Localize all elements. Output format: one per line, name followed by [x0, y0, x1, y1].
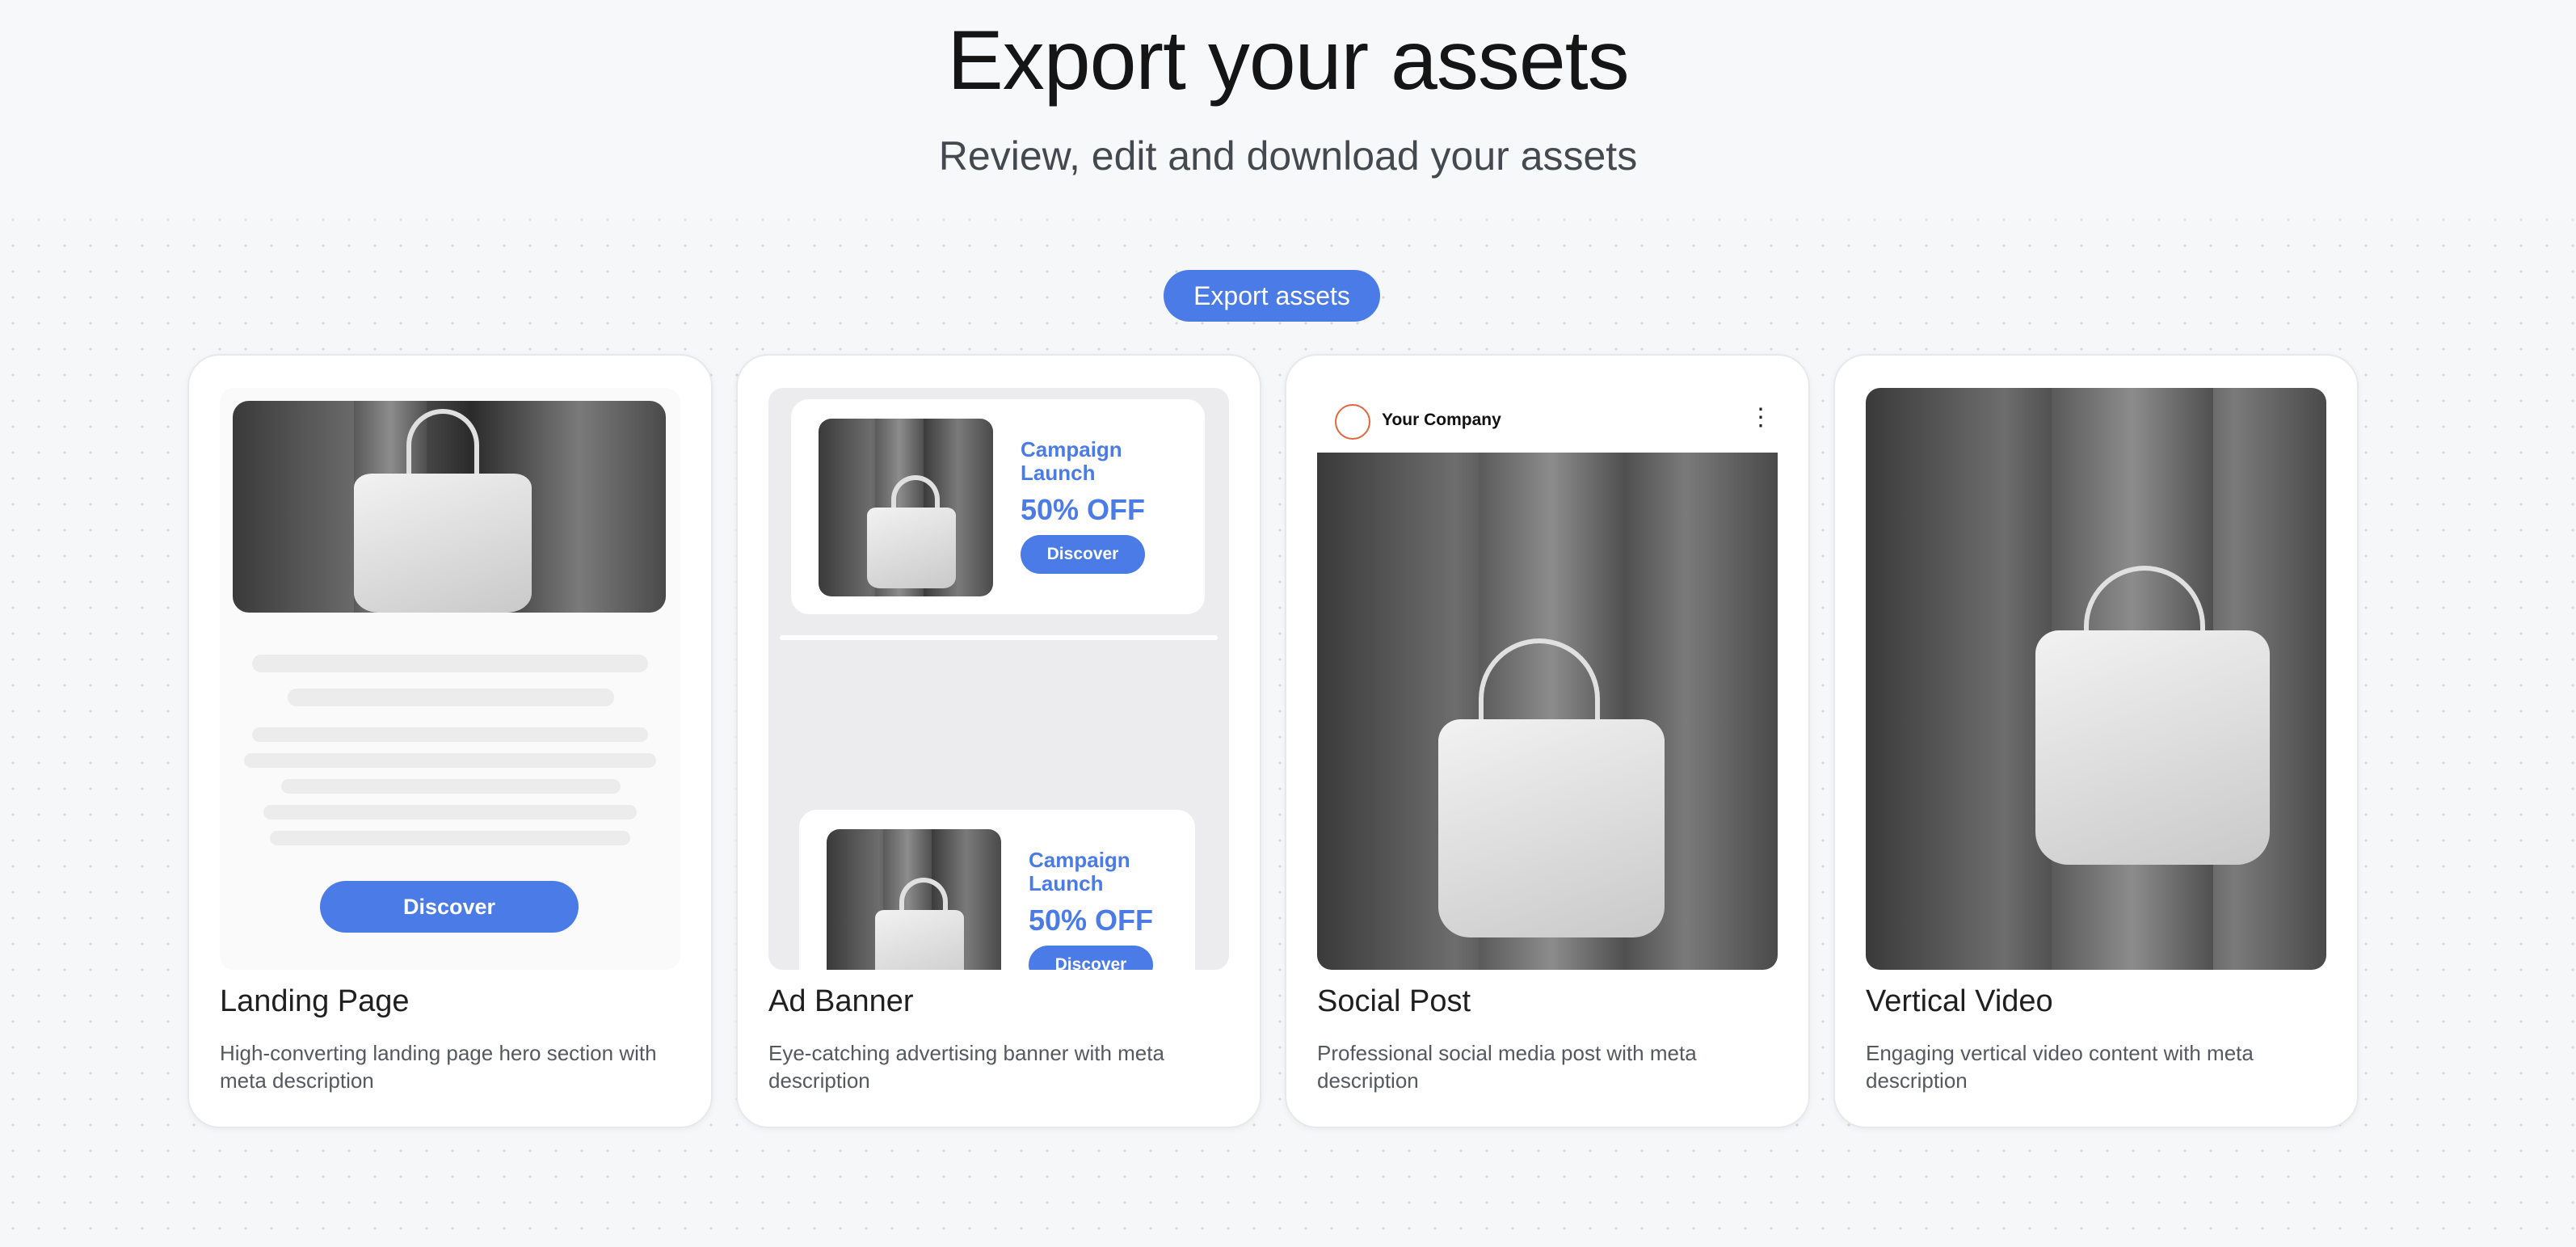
ad-banner-image: [827, 829, 1001, 970]
company-name: Your Company: [1382, 411, 1501, 429]
card-description: Engaging vertical video content with met…: [1866, 1041, 2254, 1093]
ad-headline: Campaign Launch: [1029, 848, 1130, 895]
skeleton-line: [270, 831, 630, 845]
social-post-header: Your Company ⋮: [1317, 388, 1778, 453]
skeleton-line: [288, 689, 614, 706]
asset-card-landing-page[interactable]: Discover Landing Page High-converting la…: [187, 354, 713, 1128]
landing-hero-image: [233, 401, 666, 613]
social-post-image: [1317, 453, 1778, 970]
more-vertical-icon[interactable]: ⋮: [1749, 406, 1773, 430]
vertical-video-preview[interactable]: [1866, 388, 2326, 970]
ad-headline: Campaign Launch: [1021, 437, 1122, 485]
asset-card-social-post[interactable]: Your Company ⋮ Social Post Professional …: [1285, 354, 1810, 1128]
asset-card-ad-banner[interactable]: Campaign Launch 50% OFF Discover Campaig…: [736, 354, 1261, 1128]
page-title: Export your assets: [947, 14, 1629, 107]
card-title: Vertical Video: [1866, 984, 2053, 1018]
card-description: Professional social media post with meta…: [1317, 1041, 1697, 1093]
card-description: Eye-catching advertising banner with met…: [768, 1041, 1164, 1093]
skeleton-line: [252, 655, 648, 672]
ad-divider: [780, 635, 1218, 640]
ad-offer: 50% OFF: [1021, 493, 1146, 526]
skeleton-line: [263, 805, 637, 819]
skeleton-line: [281, 779, 621, 794]
card-title: Ad Banner: [768, 984, 914, 1018]
asset-card-vertical-video[interactable]: Vertical Video Engaging vertical video c…: [1833, 354, 2359, 1128]
skeleton-line: [244, 753, 656, 768]
card-description: High-converting landing page hero sectio…: [220, 1041, 657, 1093]
export-assets-button[interactable]: Export assets: [1164, 270, 1380, 322]
landing-page-preview[interactable]: Discover: [220, 388, 680, 970]
card-title: Landing Page: [220, 984, 410, 1018]
ad-discover-button[interactable]: Discover: [1021, 535, 1145, 574]
card-title: Social Post: [1317, 984, 1471, 1018]
social-post-preview[interactable]: Your Company ⋮: [1317, 388, 1778, 970]
avatar: [1335, 404, 1370, 440]
ad-offer: 50% OFF: [1029, 904, 1154, 937]
vertical-video-image: [1866, 388, 2326, 970]
skeleton-line: [252, 727, 648, 742]
ad-banner-bottom: Campaign Launch 50% OFF Discover: [799, 810, 1195, 970]
ad-discover-button[interactable]: Discover: [1029, 946, 1153, 970]
page-subtitle: Review, edit and download your assets: [938, 133, 1638, 179]
ad-banner-top: Campaign Launch 50% OFF Discover: [791, 399, 1205, 614]
ad-banner-preview[interactable]: Campaign Launch 50% OFF Discover Campaig…: [768, 388, 1229, 970]
ad-banner-image: [819, 419, 993, 596]
landing-discover-button[interactable]: Discover: [320, 881, 579, 933]
